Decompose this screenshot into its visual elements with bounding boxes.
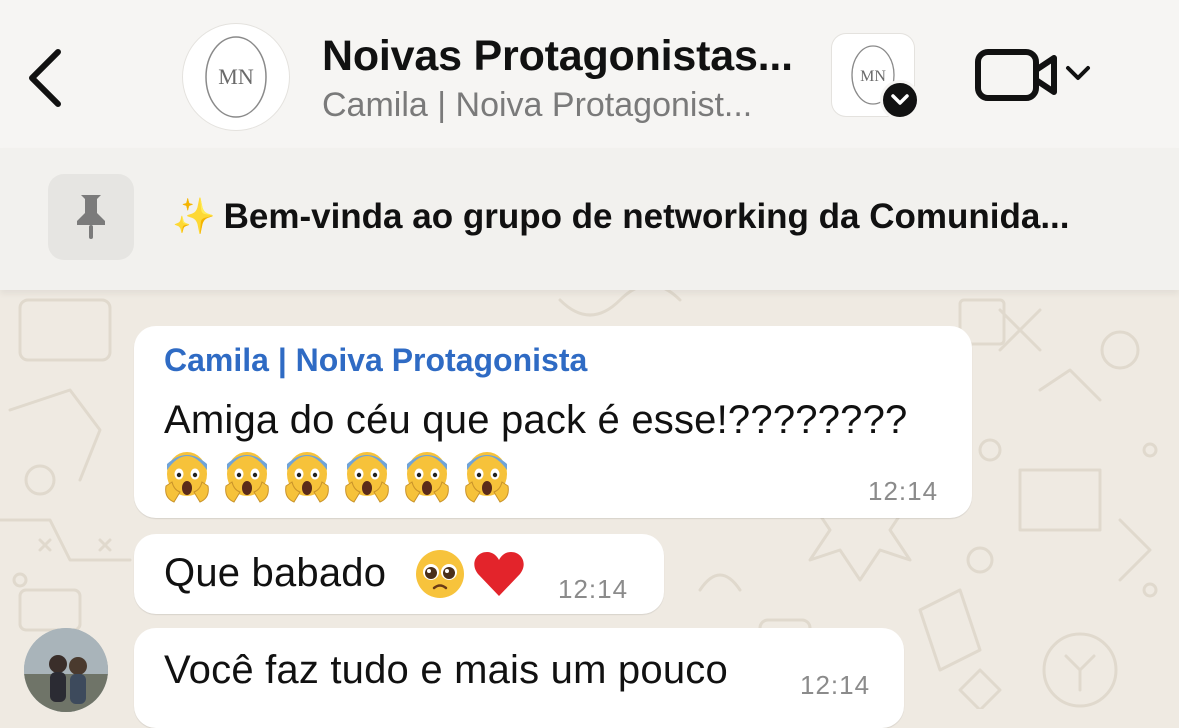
pinned-message-bar[interactable]: ✨ Bem-vinda ao grupo de networking da Com…: [0, 148, 1179, 290]
avatar-photo-icon: [24, 628, 108, 712]
pin-icon: [77, 195, 105, 239]
chat-header: MN Noivas Protagonistas... Camila | Noiv…: [0, 0, 1179, 148]
screaming-face-icon: [285, 452, 329, 503]
pleading-face-icon: [416, 550, 464, 598]
message-time: 12:14: [868, 476, 939, 506]
chat-title[interactable]: Noivas Protagonistas...: [322, 32, 822, 81]
message-bubble[interactable]: Que babado 12:14: [134, 534, 664, 614]
message-time: 12:14: [800, 670, 871, 700]
sender-name[interactable]: Camila | Noiva Protagonista: [164, 342, 587, 379]
screaming-face-icon: [465, 452, 509, 503]
group-avatar[interactable]: MN: [183, 24, 289, 130]
chat-subtitle[interactable]: Camila | Noiva Protagonist...: [322, 86, 802, 125]
message-text: Amiga do céu que pack é esse!????????: [164, 398, 908, 442]
screaming-face-icon: [405, 452, 449, 503]
sender-avatar[interactable]: [24, 628, 108, 712]
video-call-button[interactable]: [972, 44, 1096, 108]
logo-icon: MN: [205, 36, 267, 118]
message-time: 12:14: [558, 574, 629, 604]
message-text: Que babado: [164, 551, 387, 595]
chevron-left-icon: [29, 49, 61, 107]
emoji-row: [164, 450, 510, 506]
community-thumb-monogram: MN: [860, 68, 886, 85]
screaming-face-icon: [225, 452, 269, 503]
pinned-message-content: Bem-vinda ao grupo de networking da Comu…: [223, 197, 1070, 236]
group-avatar-monogram: MN: [218, 64, 254, 89]
screaming-face-icon: [165, 452, 209, 503]
video-camera-icon: [975, 49, 1090, 101]
sparkles-icon: ✨: [172, 197, 216, 236]
screaming-face-icon: [345, 452, 389, 503]
pin-button[interactable]: [48, 174, 134, 260]
message-text: Você faz tudo e mais um pouco: [164, 648, 728, 692]
message-bubble[interactable]: Camila | Noiva Protagonista Amiga do céu…: [134, 326, 972, 518]
red-heart-icon: [474, 552, 524, 596]
pinned-message-text: ✨ Bem-vinda ao grupo de networking da Com…: [172, 196, 1132, 237]
community-dropdown-button[interactable]: [880, 80, 920, 120]
chevron-down-icon: [891, 94, 909, 105]
message-bubble[interactable]: Você faz tudo e mais um pouco 12:14: [134, 628, 904, 728]
back-button[interactable]: [22, 44, 70, 112]
